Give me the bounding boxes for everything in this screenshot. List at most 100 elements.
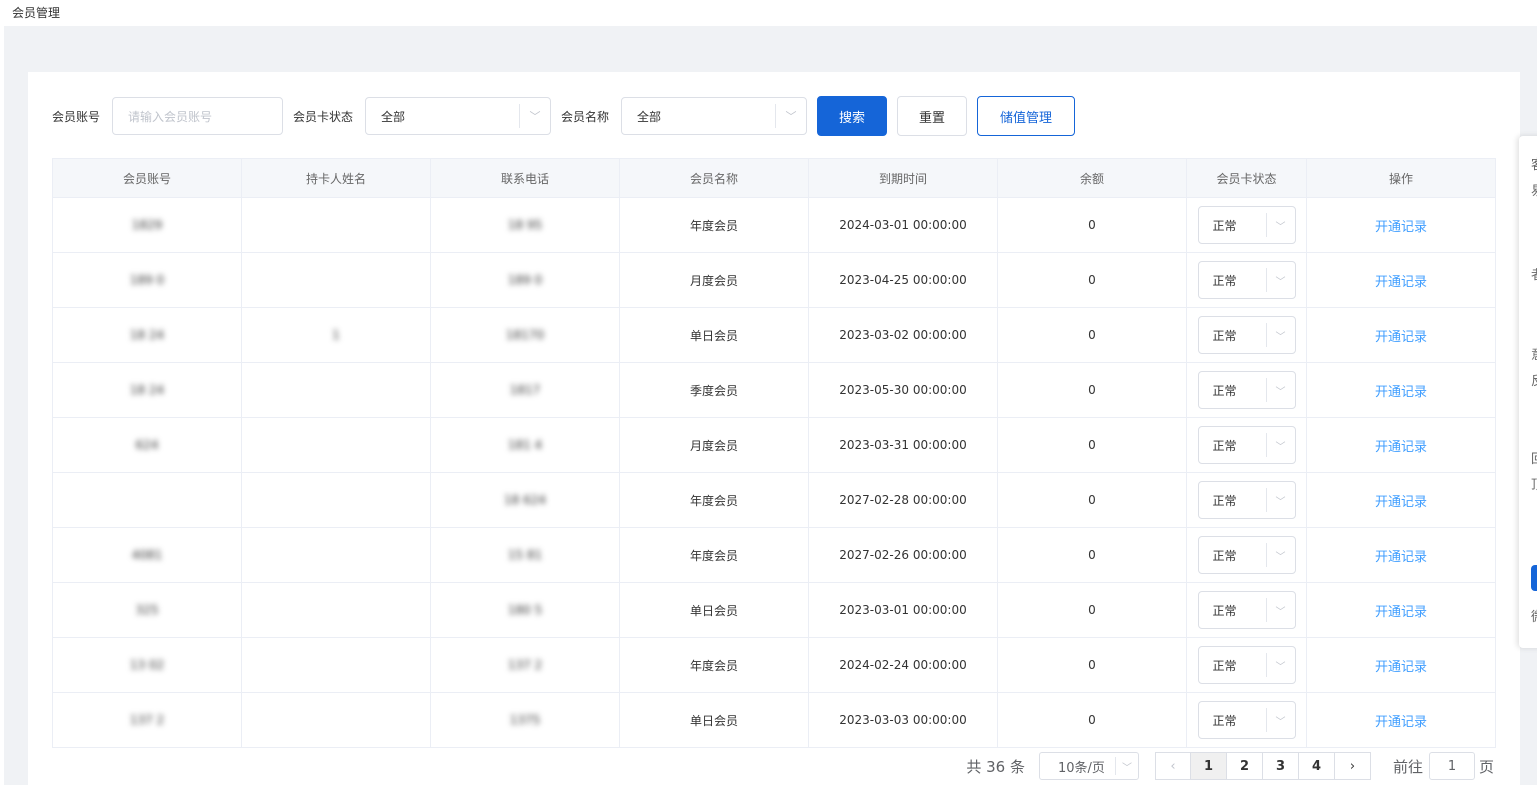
open-record-link[interactable]: 开通记录 (1375, 550, 1427, 565)
account-cell-text: 18 24 (129, 328, 165, 342)
page-number-button[interactable]: 3 (1262, 752, 1299, 780)
member-name-select[interactable]: 全部 ﹀ (621, 97, 807, 135)
holder-name-cell (241, 692, 431, 748)
account-cell-text: 189 0 (129, 273, 165, 287)
member-table: 会员账号 持卡人姓名 联系电话 会员名称 到期时间 余额 会员卡状态 操作 18… (52, 158, 1496, 748)
member-name-cell: 单日会员 (619, 692, 809, 748)
card-status-dropdown[interactable]: 正常 ﹀ (1197, 261, 1296, 299)
page-size-select[interactable]: 10条/页 ﹀ (1038, 752, 1139, 780)
holder-name-cell: 1 (241, 307, 431, 363)
balance-cell-text: 0 (1088, 438, 1096, 452)
card-status-dropdown[interactable]: 正常 ﹀ (1197, 371, 1296, 409)
next-page-button[interactable]: › (1334, 752, 1371, 780)
holder-name-cell-text: 1 (332, 328, 340, 342)
table-row: 4081 15 81 年度会员 2027-02-26 00:00:00 0 正常 ﹀ 开通记录 (52, 527, 1496, 583)
open-record-link[interactable]: 开通记录 (1375, 715, 1427, 730)
account-cell-text: 4081 (131, 548, 163, 562)
page-number-button[interactable]: 2 (1226, 752, 1263, 780)
pagination: 共 36 条 10条/页 ﹀ ‹ 1234 › 前往 1 页 (966, 752, 1494, 780)
open-record-link[interactable]: 开通记录 (1375, 605, 1427, 620)
balance-cell: 0 (997, 472, 1187, 528)
account-cell-text: 137 2 (129, 713, 165, 727)
member-name-cell-text: 年度会员 (689, 493, 738, 508)
expire-time-cell-text: 2023-03-03 00:00:00 (839, 713, 967, 727)
chevron-down-icon: ﹀ (1265, 543, 1295, 567)
header-card-status: 会员卡状态 (1186, 158, 1307, 198)
prev-page-button[interactable]: ‹ (1154, 752, 1191, 780)
chevron-down-icon: ﹀ (1265, 488, 1295, 512)
page-number-button[interactable]: 1 (1190, 752, 1227, 780)
card-status-cell: 正常 ﹀ (1186, 472, 1307, 528)
balance-cell-text: 0 (1088, 548, 1096, 562)
card-status-dropdown[interactable]: 正常 ﹀ (1197, 701, 1296, 739)
phone-cell-text: 1817 (509, 383, 541, 397)
member-name-cell: 月度会员 (619, 417, 809, 473)
reset-button[interactable]: 重置 (897, 96, 967, 136)
phone-cell-text: 18 624 (504, 493, 546, 507)
expire-time-cell-text: 2027-02-28 00:00:00 (839, 493, 967, 507)
side-panel-accent (1531, 565, 1537, 591)
card-status-filter-label: 会员卡状态 (293, 109, 354, 124)
chevron-down-icon: ﹀ (1265, 378, 1295, 402)
card-status-value: 正常 (1212, 493, 1237, 508)
card-status-dropdown[interactable]: 正常 ﹀ (1197, 646, 1296, 684)
goto-page-value: 1 (1447, 758, 1457, 774)
side-panel-char: 回 (1531, 448, 1537, 467)
expire-time-cell-text: 2023-05-30 00:00:00 (839, 383, 967, 397)
card-status-dropdown[interactable]: 正常 ﹀ (1197, 591, 1296, 629)
phone-cell: 180 5 (430, 582, 620, 638)
actions-cell: 开通记录 (1306, 252, 1496, 308)
card-status-dropdown[interactable]: 正常 ﹀ (1197, 481, 1296, 519)
floating-side-panel[interactable]: 客易者意反回顶微 (1519, 136, 1537, 648)
table-row: 1829 18 95 年度会员 2024-03-01 00:00:00 0 正常 ﹀ 开通记录 (52, 197, 1496, 253)
phone-cell: 18 95 (430, 197, 620, 253)
card-status-dropdown[interactable]: 正常 ﹀ (1197, 426, 1296, 464)
account-search-input[interactable]: 请输入会员账号 (112, 97, 283, 135)
open-record-link[interactable]: 开通记录 (1375, 275, 1427, 290)
chevron-down-icon: ﹀ (1114, 757, 1138, 775)
chevron-down-icon: ﹀ (1265, 653, 1295, 677)
card-status-select[interactable]: 全部 ﹀ (365, 97, 551, 135)
phone-cell: 189 0 (430, 252, 620, 308)
open-record-link[interactable]: 开通记录 (1375, 660, 1427, 675)
chevron-down-icon: ﹀ (1265, 323, 1295, 347)
header-balance: 余额 (997, 158, 1187, 198)
balance-cell-text: 0 (1088, 493, 1096, 507)
open-record-link[interactable]: 开通记录 (1375, 385, 1427, 400)
balance-cell-text: 0 (1088, 328, 1096, 342)
page-number-button[interactable]: 4 (1298, 752, 1335, 780)
open-record-link[interactable]: 开通记录 (1375, 220, 1427, 235)
card-status-dropdown[interactable]: 正常 ﹀ (1197, 316, 1296, 354)
expire-time-cell-text: 2024-03-01 00:00:00 (839, 218, 967, 232)
phone-cell-text: 15 81 (507, 548, 543, 562)
member-name-cell: 单日会员 (619, 307, 809, 363)
account-cell: 624 (52, 417, 242, 473)
chevron-down-icon: ﹀ (775, 104, 806, 128)
chevron-down-icon: ﹀ (1265, 213, 1295, 237)
card-status-cell: 正常 ﹀ (1186, 582, 1307, 638)
holder-name-cell (241, 527, 431, 583)
stored-value-button[interactable]: 储值管理 (977, 96, 1075, 136)
header-holder-name: 持卡人姓名 (241, 158, 431, 198)
chevron-down-icon: ﹀ (1265, 708, 1295, 732)
search-button[interactable]: 搜索 (817, 96, 887, 136)
goto-page-input[interactable]: 1 (1428, 752, 1475, 780)
card-status-cell: 正常 ﹀ (1186, 252, 1307, 308)
card-status-dropdown[interactable]: 正常 ﹀ (1197, 536, 1296, 574)
phone-cell: 15 81 (430, 527, 620, 583)
account-cell: 13 02 (52, 637, 242, 693)
account-cell-text: 325 (135, 603, 159, 617)
holder-name-cell (241, 197, 431, 253)
member-name-cell-text: 单日会员 (689, 328, 738, 343)
open-record-link[interactable]: 开通记录 (1375, 440, 1427, 455)
open-record-link[interactable]: 开通记录 (1375, 330, 1427, 345)
account-filter-label: 会员账号 (52, 109, 101, 124)
balance-cell: 0 (997, 307, 1187, 363)
account-cell: 189 0 (52, 252, 242, 308)
header-actions: 操作 (1306, 158, 1496, 198)
actions-cell: 开通记录 (1306, 637, 1496, 693)
member-name-cell: 年度会员 (619, 637, 809, 693)
card-status-dropdown[interactable]: 正常 ﹀ (1197, 206, 1296, 244)
table-row: 13 02 137 2 年度会员 2024-02-24 00:00:00 0 正常 ﹀ 开通记… (52, 637, 1496, 693)
open-record-link[interactable]: 开通记录 (1375, 495, 1427, 510)
